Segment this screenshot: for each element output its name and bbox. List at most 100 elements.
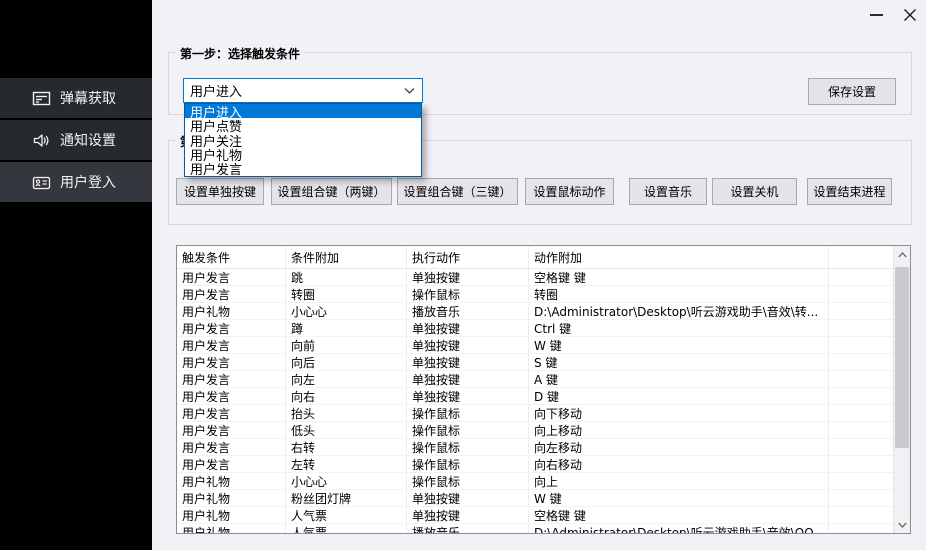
table-cell: 空格键 键 — [529, 507, 829, 523]
table-cell: 单独按键 — [407, 388, 529, 404]
table-cell: 操作鼠标 — [407, 422, 529, 438]
table-cell: 播放音乐 — [407, 303, 529, 319]
table-row[interactable]: 用户发言跳单独按键空格键 键 — [177, 269, 893, 286]
table-cell: 转圈 — [286, 286, 407, 302]
close-button[interactable] — [894, 0, 926, 30]
table-cell: 操作鼠标 — [407, 286, 529, 302]
column-header-spacer — [829, 246, 893, 268]
table-cell-spacer — [829, 371, 893, 387]
set-combo-2key-button[interactable]: 设置组合键（两键） — [271, 178, 392, 205]
save-settings-button[interactable]: 保存设置 — [808, 78, 896, 105]
table-cell: Ctrl 键 — [529, 320, 829, 336]
table-cell: 向后 — [286, 354, 407, 370]
app-window: { "window": { "minimize_icon": "minimize… — [0, 0, 926, 550]
table-cell: 单独按键 — [407, 371, 529, 387]
combobox-value: 用户进入 — [190, 81, 242, 100]
table-row[interactable]: 用户发言转圈操作鼠标转圈 — [177, 286, 893, 303]
table-cell-spacer — [829, 320, 893, 336]
table-cell: 跳 — [286, 269, 407, 285]
table-row[interactable]: 用户礼物人气票播放音乐D:\Administrator\Desktop\听云游戏… — [177, 524, 893, 533]
table-cell: 右转 — [286, 439, 407, 455]
table-cell: D:\Administrator\Desktop\听云游戏助手\音效\转... — [529, 303, 829, 319]
scroll-up-button[interactable] — [894, 246, 910, 263]
table-body: 用户发言跳单独按键空格键 键用户发言转圈操作鼠标转圈用户礼物小心心播放音乐D:\… — [177, 269, 893, 533]
table-cell: 小心心 — [286, 303, 407, 319]
scrollbar-thumb[interactable] — [895, 267, 909, 448]
table-cell: 用户发言 — [177, 269, 286, 285]
table-row[interactable]: 用户礼物小心心操作鼠标向上 — [177, 473, 893, 490]
set-end-process-button[interactable]: 设置结束进程 — [807, 178, 892, 205]
column-header-condition-extra[interactable]: 条件附加 — [286, 246, 407, 268]
table-cell: 向下移动 — [529, 405, 829, 421]
actions-table: 触发条件 条件附加 执行动作 动作附加 用户发言跳单独按键空格键 键用户发言转圈… — [176, 245, 911, 534]
table-cell: 用户发言 — [177, 320, 286, 336]
table-cell: 用户发言 — [177, 422, 286, 438]
table-row[interactable]: 用户发言低头操作鼠标向上移动 — [177, 422, 893, 439]
table-cell-spacer — [829, 524, 893, 533]
set-music-button[interactable]: 设置音乐 — [629, 178, 707, 205]
table-cell: 用户发言 — [177, 286, 286, 302]
dropdown-option[interactable]: 用户进入 — [185, 104, 421, 118]
table-cell: W 键 — [529, 490, 829, 506]
speaker-icon — [32, 131, 51, 150]
sidebar-item-label: 弹幕获取 — [60, 88, 116, 108]
table-cell: D:\Administrator\Desktop\听云游戏助手\音效\QQ... — [529, 524, 829, 533]
table-cell: 用户发言 — [177, 371, 286, 387]
set-combo-3key-button[interactable]: 设置组合键（三键） — [397, 178, 518, 205]
set-single-key-button[interactable]: 设置单独按键 — [176, 178, 264, 205]
table-cell: 用户发言 — [177, 405, 286, 421]
sidebar-item-danmaku[interactable]: 弹幕获取 — [0, 78, 152, 118]
table-row[interactable]: 用户发言右转操作鼠标向左移动 — [177, 439, 893, 456]
table-row[interactable]: 用户发言抬头操作鼠标向下移动 — [177, 405, 893, 422]
table-row[interactable]: 用户礼物小心心播放音乐D:\Administrator\Desktop\听云游戏… — [177, 303, 893, 320]
table-cell: 用户礼物 — [177, 490, 286, 506]
table-row[interactable]: 用户发言向右单独按键D 键 — [177, 388, 893, 405]
sidebar-item-user-login[interactable]: 用户登入 — [0, 162, 152, 202]
table-cell: 用户发言 — [177, 388, 286, 404]
table-row[interactable]: 用户礼物粉丝团灯牌单独按键W 键 — [177, 490, 893, 507]
table-cell: 左转 — [286, 456, 407, 472]
column-header-trigger[interactable]: 触发条件 — [177, 246, 286, 268]
table-cell: 低头 — [286, 422, 407, 438]
table-row[interactable]: 用户发言向后单独按键S 键 — [177, 354, 893, 371]
table-cell: 向右移动 — [529, 456, 829, 472]
table-header: 触发条件 条件附加 执行动作 动作附加 — [177, 246, 893, 269]
dropdown-option[interactable]: 用户礼物 — [185, 147, 421, 161]
table-row[interactable]: 用户发言左转操作鼠标向右移动 — [177, 456, 893, 473]
scroll-down-button[interactable] — [894, 516, 910, 533]
table-cell-spacer — [829, 286, 893, 302]
table-cell: 用户发言 — [177, 354, 286, 370]
table-cell: 单独按键 — [407, 490, 529, 506]
column-header-action-extra[interactable]: 动作附加 — [529, 246, 829, 268]
minimize-button[interactable] — [856, 0, 896, 30]
trigger-condition-combobox[interactable]: 用户进入 — [183, 78, 423, 103]
set-shutdown-button[interactable]: 设置关机 — [712, 178, 797, 205]
table-row[interactable]: 用户礼物人气票单独按键空格键 键 — [177, 507, 893, 524]
table-cell: A 键 — [529, 371, 829, 387]
table-inner: 触发条件 条件附加 执行动作 动作附加 用户发言跳单独按键空格键 键用户发言转圈… — [177, 246, 893, 533]
table-cell: 操作鼠标 — [407, 456, 529, 472]
chevron-up-icon — [898, 252, 907, 258]
table-cell: 用户发言 — [177, 337, 286, 353]
table-row[interactable]: 用户发言向前单独按键W 键 — [177, 337, 893, 354]
table-cell: W 键 — [529, 337, 829, 353]
vertical-scrollbar[interactable] — [893, 246, 910, 533]
table-cell: 抬头 — [286, 405, 407, 421]
sidebar-item-notify[interactable]: 通知设置 — [0, 120, 152, 160]
table-cell-spacer — [829, 490, 893, 506]
table-cell: 向左 — [286, 371, 407, 387]
dropdown-option[interactable]: 用户点赞 — [185, 118, 421, 132]
danmaku-list-icon — [32, 89, 51, 108]
set-mouse-action-button[interactable]: 设置鼠标动作 — [525, 178, 614, 205]
table-cell-spacer — [829, 456, 893, 472]
table-cell: 操作鼠标 — [407, 405, 529, 421]
dropdown-option[interactable]: 用户关注 — [185, 133, 421, 147]
table-cell: 向前 — [286, 337, 407, 353]
table-cell: 向上移动 — [529, 422, 829, 438]
table-cell: 粉丝团灯牌 — [286, 490, 407, 506]
column-header-action[interactable]: 执行动作 — [407, 246, 529, 268]
dropdown-option[interactable]: 用户发言 — [185, 162, 421, 176]
sidebar: 弹幕获取 通知设置 用户登入 — [0, 0, 152, 550]
table-row[interactable]: 用户发言向左单独按键A 键 — [177, 371, 893, 388]
table-row[interactable]: 用户发言蹲单独按键Ctrl 键 — [177, 320, 893, 337]
